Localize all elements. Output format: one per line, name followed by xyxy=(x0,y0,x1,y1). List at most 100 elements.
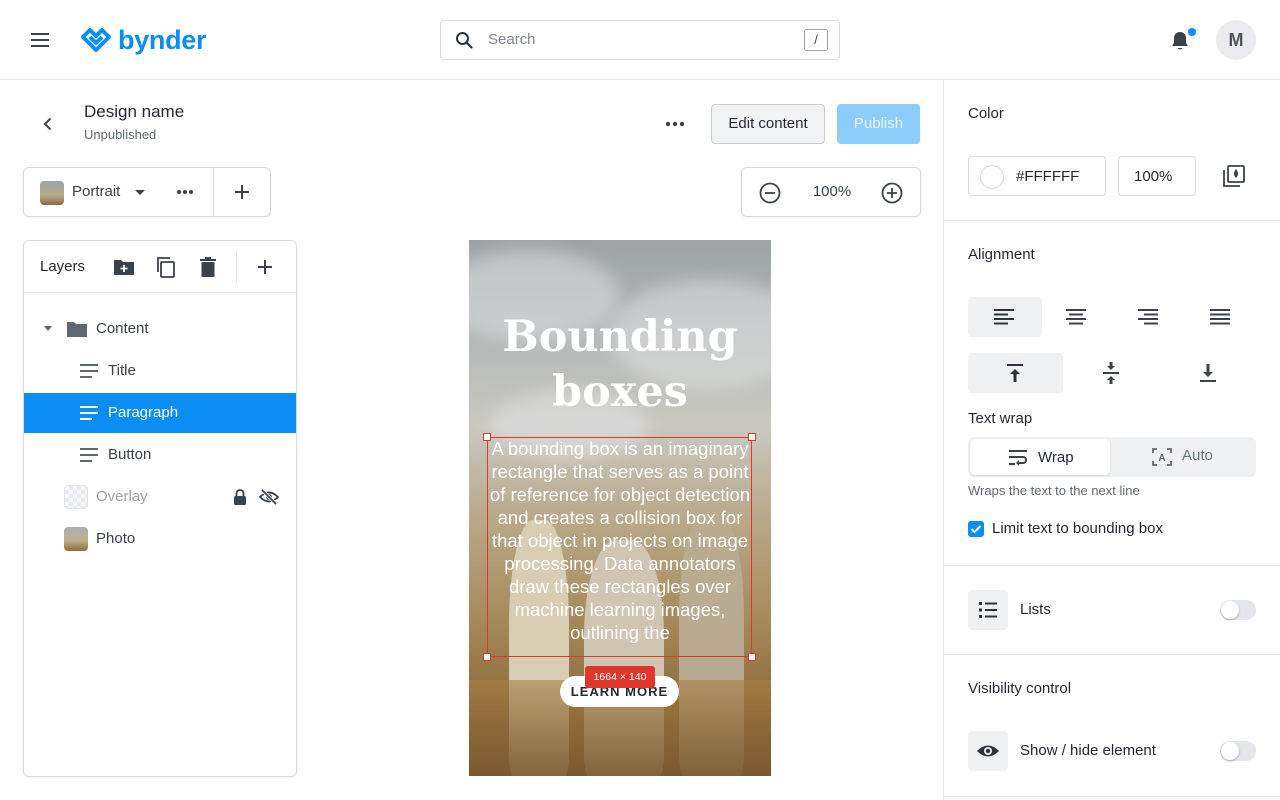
vertical-align-middle-icon xyxy=(1103,362,1119,384)
layer-row-paragraph[interactable]: Paragraph xyxy=(24,393,296,433)
lists-label: Lists xyxy=(1020,601,1051,618)
wrap-option[interactable]: Wrap xyxy=(970,439,1110,475)
list-icon xyxy=(979,602,997,618)
canvas-title-text[interactable]: Bounding boxes xyxy=(469,310,771,420)
design-name[interactable]: Design name xyxy=(84,102,184,122)
resize-handle[interactable] xyxy=(483,653,491,661)
avatar[interactable]: M xyxy=(1216,20,1256,60)
brand-logo[interactable]: bynder xyxy=(80,24,207,55)
divider xyxy=(213,168,214,216)
limit-text-checkbox[interactable] xyxy=(968,521,984,537)
overlay-thumbnail xyxy=(64,485,88,509)
format-selector-bar: Portrait xyxy=(23,167,271,217)
color-opacity-field[interactable]: 100% xyxy=(1118,156,1196,196)
delete-icon[interactable] xyxy=(199,256,217,278)
layer-row-button[interactable]: Button xyxy=(24,435,296,475)
visibility-off-icon[interactable] xyxy=(259,489,279,505)
format-more-icon[interactable] xyxy=(176,189,194,195)
resize-handle[interactable] xyxy=(748,433,756,441)
selection-bounding-box[interactable] xyxy=(483,433,756,661)
align-center-icon xyxy=(1066,309,1086,325)
eye-icon xyxy=(977,745,999,757)
text-layer-icon xyxy=(79,447,99,463)
align-justify-button[interactable] xyxy=(1184,297,1258,337)
resize-handle[interactable] xyxy=(748,653,756,661)
format-thumbnail xyxy=(40,181,64,205)
layer-row-title[interactable]: Title xyxy=(24,351,296,391)
more-options-icon[interactable] xyxy=(665,120,685,128)
color-library-icon[interactable] xyxy=(1222,164,1246,188)
align-center-button[interactable] xyxy=(1040,297,1114,337)
wrap-icon xyxy=(1009,450,1027,466)
align-justify-icon xyxy=(1210,309,1230,325)
collapse-caret-icon[interactable] xyxy=(43,326,53,332)
selection-dimensions-badge: 1664 × 140 xyxy=(585,666,655,688)
brand-name: bynder xyxy=(118,24,207,55)
lists-toggle[interactable] xyxy=(1220,600,1256,620)
add-layer-icon[interactable] xyxy=(257,259,273,275)
resize-handle[interactable] xyxy=(483,433,491,441)
align-right-button[interactable] xyxy=(1112,297,1186,337)
new-folder-icon[interactable] xyxy=(113,257,135,277)
search-shortcut-badge: / xyxy=(804,29,828,51)
visibility-label: Show / hide element xyxy=(1020,742,1156,759)
edit-content-button[interactable]: Edit content xyxy=(711,104,825,144)
layer-label: Overlay xyxy=(96,488,148,505)
zoom-level: 100% xyxy=(812,183,852,200)
properties-panel: Color #FFFFFF 100% Alignment Text wrap W… xyxy=(943,80,1280,800)
caret-down-icon[interactable] xyxy=(134,189,146,197)
zoom-in-icon[interactable] xyxy=(881,182,903,204)
color-hex-field[interactable]: #FFFFFF xyxy=(968,156,1106,196)
menu-icon[interactable] xyxy=(30,30,50,50)
zoom-control: 100% xyxy=(741,167,921,217)
zoom-out-icon[interactable] xyxy=(759,182,781,204)
align-bottom-button[interactable] xyxy=(1161,353,1256,393)
color-swatch[interactable] xyxy=(980,165,1004,189)
align-left-button[interactable] xyxy=(968,297,1042,337)
search-icon xyxy=(455,31,473,49)
color-section-title: Color xyxy=(968,105,1004,122)
duplicate-icon[interactable] xyxy=(155,256,177,278)
divider xyxy=(944,220,1280,221)
layer-row-content[interactable]: Content xyxy=(24,309,296,349)
format-select-label[interactable]: Portrait xyxy=(72,183,120,200)
add-format-icon[interactable] xyxy=(234,184,250,200)
limit-text-label[interactable]: Limit text to bounding box xyxy=(992,520,1163,537)
text-wrap-hint: Wraps the text to the next line xyxy=(968,483,1140,498)
align-top-button[interactable] xyxy=(968,353,1063,393)
align-right-icon xyxy=(1138,309,1158,325)
text-wrap-toggle: Wrap A Auto xyxy=(968,437,1256,477)
divider xyxy=(944,565,1280,566)
layers-header: Layers xyxy=(24,241,296,293)
text-wrap-title: Text wrap xyxy=(968,410,1033,427)
divider xyxy=(944,654,1280,655)
layer-label: Paragraph xyxy=(108,404,179,421)
visibility-toggle[interactable] xyxy=(1220,741,1256,761)
bell-icon[interactable] xyxy=(1170,30,1190,52)
search-input[interactable]: Search / xyxy=(440,20,840,60)
lists-icon-tile xyxy=(968,590,1008,630)
vertical-align-bottom-icon xyxy=(1200,364,1216,382)
publish-button[interactable]: Publish xyxy=(837,104,920,144)
layer-row-photo[interactable]: Photo xyxy=(24,519,296,559)
search-placeholder: Search xyxy=(488,31,536,48)
layer-label: Button xyxy=(108,446,152,463)
align-left-icon xyxy=(994,309,1014,325)
layer-label: Content xyxy=(96,320,149,337)
divider xyxy=(944,796,1280,797)
text-layer-icon xyxy=(79,363,99,379)
alignment-section-title: Alignment xyxy=(968,246,1035,263)
layer-label: Title xyxy=(108,362,136,379)
color-opacity-value: 100% xyxy=(1134,168,1173,185)
bynder-logo-icon xyxy=(81,28,111,52)
text-layer-icon xyxy=(79,405,99,421)
vertical-align-top-icon xyxy=(1007,364,1023,382)
layer-row-overlay[interactable]: Overlay xyxy=(24,477,296,517)
auto-option[interactable]: A Auto xyxy=(1114,439,1254,475)
align-middle-button[interactable] xyxy=(1064,353,1159,393)
back-icon[interactable] xyxy=(40,116,56,132)
lock-icon[interactable] xyxy=(233,489,247,506)
layer-label: Photo xyxy=(96,530,136,547)
color-hex-value: #FFFFFF xyxy=(1016,168,1080,185)
layers-title: Layers xyxy=(40,258,86,275)
